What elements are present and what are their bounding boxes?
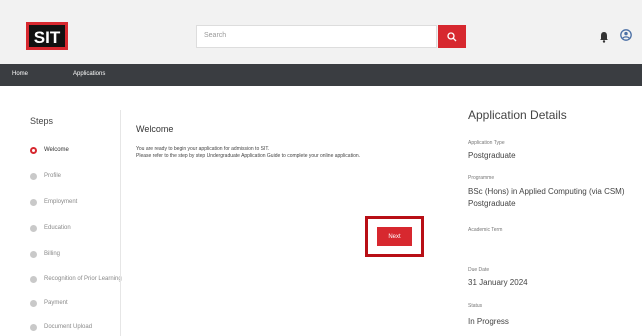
step-indicator-icon — [30, 276, 37, 283]
status-label: Status — [468, 303, 483, 309]
steps-title: Steps — [30, 116, 54, 126]
search-input[interactable]: Search — [196, 25, 437, 48]
bell-icon[interactable] — [599, 31, 609, 43]
step-indicator-icon — [30, 251, 37, 258]
top-header: SIT Search — [0, 0, 642, 64]
step-indicator-icon — [30, 324, 37, 331]
step-employment[interactable]: Employment — [30, 198, 140, 208]
next-button[interactable]: Next — [377, 227, 412, 246]
step-profile[interactable]: Profile — [30, 172, 140, 182]
nav-home[interactable]: Home — [12, 71, 28, 77]
due-date-value: 31 January 2024 — [468, 278, 528, 287]
step-label: Education — [44, 225, 71, 231]
step-label: Recognition of Prior Learning — [44, 276, 122, 282]
application-type-label: Application Type — [468, 140, 505, 146]
step-label: Employment — [44, 199, 78, 205]
step-document-upload[interactable]: Document Upload — [30, 323, 140, 333]
welcome-message: You are ready to begin your application … — [136, 146, 436, 160]
page-title: Welcome — [136, 124, 174, 134]
welcome-line: You are ready to begin your application … — [136, 146, 270, 152]
due-date-label: Due Date — [468, 267, 490, 273]
status-value: In Progress — [468, 317, 509, 326]
search-icon — [447, 31, 457, 41]
nav-applications[interactable]: Applications — [73, 71, 105, 77]
search-button[interactable] — [438, 25, 466, 48]
step-education[interactable]: Education — [30, 224, 140, 234]
programme-level-value: Postgraduate — [468, 199, 516, 208]
step-billing[interactable]: Billing — [30, 250, 140, 260]
main-nav: Home Applications — [0, 64, 642, 86]
step-indicator-icon — [30, 147, 37, 154]
step-indicator-icon — [30, 225, 37, 232]
welcome-line: Please refer to the step by step Undergr… — [136, 153, 361, 159]
sidebar-divider — [120, 110, 121, 336]
programme-value: BSc (Hons) in Applied Computing (via CSM… — [468, 187, 625, 196]
academic-term-label: Academic Term — [468, 227, 503, 233]
step-recognition-of-prior-learning[interactable]: Recognition of Prior Learning — [30, 275, 140, 285]
step-indicator-icon — [30, 173, 37, 180]
step-label: Payment — [44, 300, 68, 306]
step-indicator-icon — [30, 199, 37, 206]
step-label: Welcome — [44, 147, 69, 153]
svg-text:SIT: SIT — [34, 28, 61, 47]
programme-label: Programme — [468, 175, 495, 181]
step-payment[interactable]: Payment — [30, 299, 140, 309]
application-type-value: Postgraduate — [468, 151, 516, 160]
step-welcome[interactable]: Welcome — [30, 146, 140, 156]
details-title: Application Details — [468, 108, 567, 122]
step-indicator-icon — [30, 300, 37, 307]
step-label: Billing — [44, 251, 61, 257]
step-label: Document Upload — [44, 324, 93, 330]
sit-logo[interactable]: SIT — [26, 22, 68, 50]
step-label: Profile — [44, 173, 62, 179]
user-icon[interactable] — [620, 29, 632, 41]
